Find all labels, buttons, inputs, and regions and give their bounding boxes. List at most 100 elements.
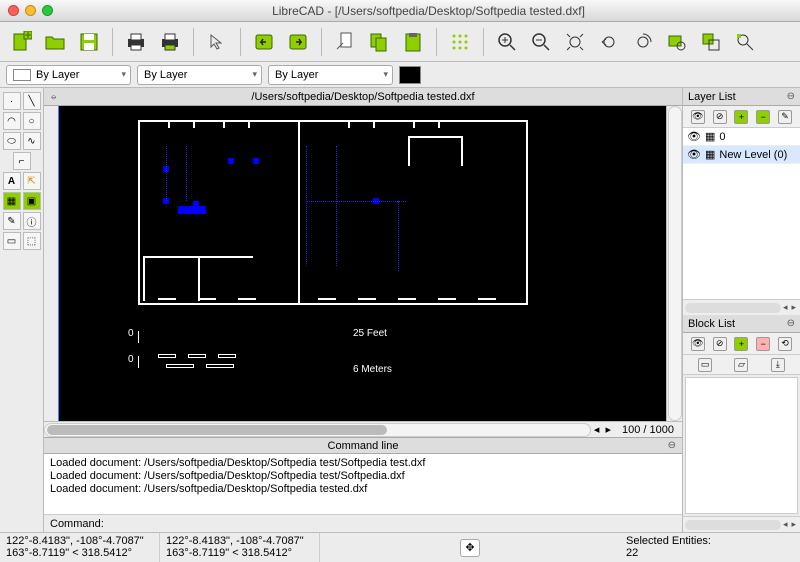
block-list-body [685, 377, 798, 514]
status-rel-coords: 122°-8.4183", -108°-4.7087"163°-8.7119" … [160, 533, 320, 562]
layer-panel-close-icon[interactable]: ⊖ [787, 91, 795, 102]
save-file-button[interactable] [74, 27, 104, 57]
eye-icon[interactable]: 👁 [687, 148, 701, 161]
zoom-redraw-button[interactable] [628, 27, 658, 57]
line-tool[interactable]: ╲ [23, 92, 41, 110]
zoom-in-button[interactable] [492, 27, 522, 57]
zoom-selection-button[interactable] [730, 27, 760, 57]
command-line: Loaded document: /Users/softpedia/Deskto… [50, 470, 676, 483]
layer-panel-scroll[interactable]: ◂▸ [683, 299, 800, 315]
color-swatch[interactable] [399, 66, 421, 84]
zoom-out-button[interactable] [526, 27, 556, 57]
lineweight-select[interactable]: By Layer▾ [268, 65, 393, 85]
image-tool[interactable]: ▣ [23, 192, 41, 210]
layer-show-all-icon[interactable]: 👁 [691, 110, 705, 124]
command-input[interactable] [108, 518, 676, 530]
info-tool[interactable]: ⓘ [23, 212, 41, 230]
zoom-extents-button[interactable] [560, 27, 590, 57]
status-selection: Selected Entities:22 [620, 533, 800, 562]
main-toolbar [0, 22, 800, 62]
linetype-select[interactable]: By Layer▾ [137, 65, 262, 85]
mouse-icon: ✥ [460, 539, 480, 557]
command-panel-header: Command line ⊖ [44, 438, 682, 454]
command-panel-close-icon[interactable]: ⊖ [668, 440, 676, 451]
linetype-select-label: By Layer [144, 69, 187, 81]
command-history: Loaded document: /Users/softpedia/Deskto… [44, 454, 682, 514]
tab-close-icon[interactable]: ⦵ [50, 91, 58, 102]
undo-button[interactable] [249, 27, 279, 57]
block-add-icon[interactable]: + [734, 337, 748, 351]
block-tool[interactable]: ▭ [3, 232, 21, 250]
block-hide-icon[interactable]: ⊘ [713, 337, 727, 351]
layer-row[interactable]: 👁▦0 [683, 128, 800, 146]
document-tab-label: /Users/softpedia/Desktop/Softpedia teste… [251, 91, 474, 103]
redo-button[interactable] [283, 27, 313, 57]
layer-row[interactable]: 👁▦New Level (0) [683, 146, 800, 164]
scale-zero-meters: 0 [128, 354, 134, 365]
zoom-indicator: 100 / 1000 [614, 424, 682, 436]
paste-button[interactable] [398, 27, 428, 57]
block-panel-toolbar-2: ▭ ▱ ⤓ [683, 355, 800, 375]
layer-panel-toolbar: 👁 ⊘ + − ✎ [683, 106, 800, 128]
layer-remove-icon[interactable]: − [756, 110, 770, 124]
vertical-scrollbar[interactable] [666, 106, 682, 421]
zoom-window-button[interactable] [42, 5, 53, 16]
cut-button[interactable] [330, 27, 360, 57]
layer-panel-header: Layer List⊖ [683, 88, 800, 106]
scale-zero-feet: 0 [128, 328, 134, 339]
zoom-window-button-tool[interactable] [662, 27, 692, 57]
command-panel: Command line ⊖ Loaded document: /Users/s… [44, 437, 682, 532]
block-panel-scroll[interactable]: ◂▸ [683, 516, 800, 532]
minimize-window-button[interactable] [25, 5, 36, 16]
horizontal-scrollbar[interactable]: ◂▸ 100 / 1000 [44, 421, 682, 437]
document-tab[interactable]: ⦵ /Users/softpedia/Desktop/Softpedia tes… [44, 88, 682, 106]
dimension-tool[interactable]: ⇱ [23, 172, 41, 190]
scale-feet-label: 25 Feet [353, 328, 387, 339]
ellipse-tool[interactable]: ⬭ [3, 132, 21, 150]
pointer-button[interactable] [202, 27, 232, 57]
polyline-tool[interactable]: ⌐ [13, 152, 31, 170]
layer-select[interactable]: By Layer▾ [6, 65, 131, 85]
block-remove-icon[interactable]: − [756, 337, 770, 351]
layer-edit-icon[interactable]: ✎ [778, 110, 792, 124]
status-abs-coords: 122°-8.4183", -108°-4.7087"163°-8.7119" … [0, 533, 160, 562]
block-panel-close-icon[interactable]: ⊖ [787, 318, 795, 329]
right-dock: Layer List⊖ 👁 ⊘ + − ✎ 👁▦0 👁▦New Level (0… [682, 88, 800, 532]
print-button[interactable] [121, 27, 151, 57]
block-rename-icon[interactable]: ⟲ [778, 337, 792, 351]
circle-tool[interactable]: ○ [23, 112, 41, 130]
modify-tool[interactable]: ✎ [3, 212, 21, 230]
print-preview-button[interactable] [155, 27, 185, 57]
open-file-button[interactable] [40, 27, 70, 57]
window-title: LibreCAD - [/Users/softpedia/Desktop/Sof… [65, 4, 792, 18]
copy-button[interactable] [364, 27, 394, 57]
select-tool[interactable]: ⬚ [23, 232, 41, 250]
command-line: Loaded document: /Users/softpedia/Deskto… [50, 457, 676, 470]
layer-name: New Level (0) [719, 149, 787, 161]
status-bar: 122°-8.4183", -108°-4.7087"163°-8.7119" … [0, 532, 800, 562]
layer-select-label: By Layer [36, 69, 79, 81]
block-save-icon[interactable]: ⤓ [771, 358, 785, 372]
text-tool[interactable]: A [3, 172, 21, 190]
eye-icon[interactable]: 👁 [687, 130, 701, 143]
grid-toggle-button[interactable] [445, 27, 475, 57]
block-insert-icon[interactable]: ▭ [698, 358, 712, 372]
zoom-pan-button[interactable] [696, 27, 726, 57]
hatch-tool[interactable]: ▦ [3, 192, 21, 210]
drawing-canvas[interactable]: 0 0 25 Feet 6 Meters [58, 106, 666, 421]
block-show-icon[interactable]: 👁 [691, 337, 705, 351]
command-prompt-label: Command: [50, 518, 104, 530]
spline-tool[interactable]: ∿ [23, 132, 41, 150]
layer-hide-all-icon[interactable]: ⊘ [713, 110, 727, 124]
property-bar: By Layer▾ By Layer▾ By Layer▾ [0, 62, 800, 88]
block-edit-icon[interactable]: ▱ [734, 358, 748, 372]
arc-tool[interactable]: ◠ [3, 112, 21, 130]
lineweight-select-label: By Layer [275, 69, 318, 81]
point-tool[interactable]: · [3, 92, 21, 110]
new-file-button[interactable] [6, 27, 36, 57]
close-window-button[interactable] [8, 5, 19, 16]
command-input-row: Command: [44, 514, 682, 532]
layer-list-body [683, 164, 800, 299]
layer-add-icon[interactable]: + [734, 110, 748, 124]
zoom-previous-button[interactable] [594, 27, 624, 57]
